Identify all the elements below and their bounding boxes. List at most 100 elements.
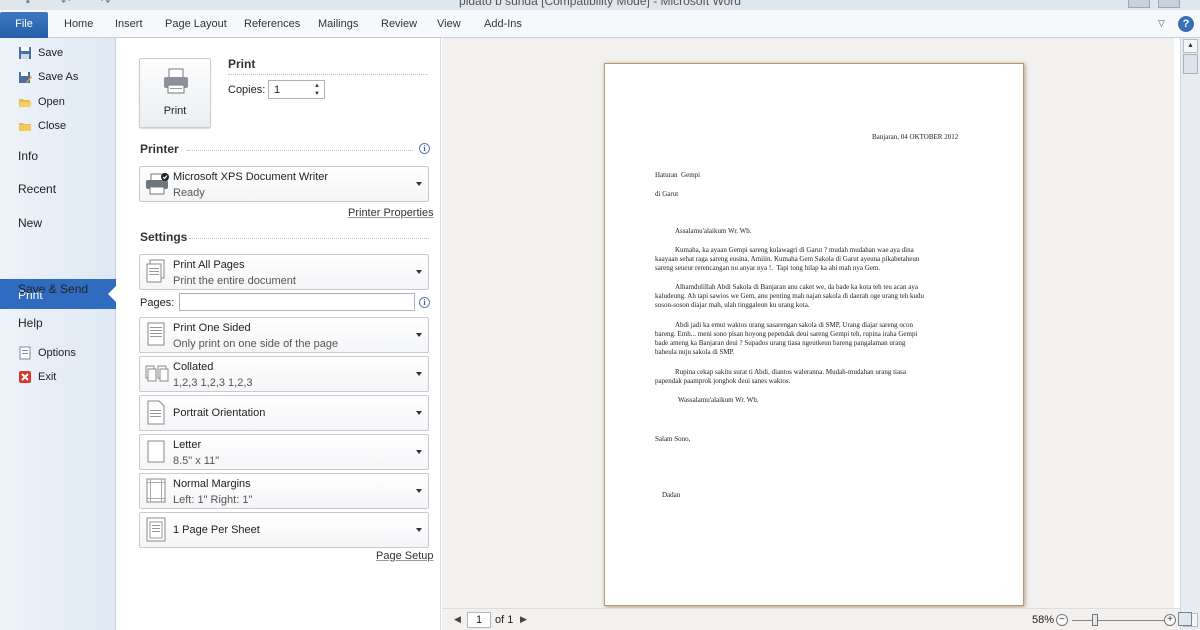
paragraph-line: Rupina cekap sakitu surat ti Abdi, diant…	[675, 368, 906, 376]
paragraph-line: Abdi jadi ka emut waktos urang sasarenga…	[675, 321, 913, 329]
tab-view[interactable]: View	[437, 18, 461, 30]
zoom-out-icon[interactable]: −	[1056, 614, 1068, 626]
open-label: Open	[38, 96, 65, 108]
info-icon[interactable]: i	[419, 143, 430, 154]
sides-dropdown[interactable]: Print One Sided Only print on one side o…	[139, 317, 429, 353]
pages-label: Pages:	[140, 297, 175, 309]
nav-tab-save-send[interactable]: Save & Send	[18, 282, 88, 296]
printer-icon	[164, 68, 188, 94]
sides-label: Print One Sided	[173, 322, 251, 334]
save-command[interactable]: Save	[18, 44, 63, 62]
printer-dropdown[interactable]: Microsoft XPS Document Writer Ready	[139, 166, 429, 202]
tab-references[interactable]: References	[244, 18, 300, 30]
chevron-down-icon	[416, 270, 422, 274]
collated-icon	[145, 365, 169, 382]
close-label: Close	[38, 120, 67, 132]
letter-location: di Garut	[655, 190, 679, 198]
exit-icon	[18, 370, 32, 384]
copies-stepper[interactable]: 1 ▲ ▼	[268, 80, 325, 99]
tab-insert[interactable]: Insert	[115, 18, 143, 30]
page-setup-link[interactable]: Page Setup	[376, 550, 434, 562]
letter-closing: Wassalamu'alaikum Wr. Wb.	[678, 396, 759, 404]
zoom-level[interactable]: 58%	[1032, 614, 1054, 626]
zoom-slider-thumb[interactable]	[1092, 614, 1098, 626]
minimize-button[interactable]	[1128, 0, 1150, 8]
letter-icon	[147, 440, 165, 463]
close-folder-icon	[18, 119, 32, 133]
print-range-desc: Print the entire document	[173, 275, 296, 287]
help-icon[interactable]: ?	[1178, 16, 1194, 32]
print-range-dropdown[interactable]: Print All Pages Print the entire documen…	[139, 254, 429, 290]
margins-dropdown[interactable]: Normal Margins Left: 1" Right: 1"	[139, 473, 429, 509]
tab-home[interactable]: Home	[64, 18, 93, 30]
zoom-slider[interactable]	[1072, 620, 1164, 621]
save-icon	[18, 46, 32, 60]
preview-statusbar: ◀ 1 of 1 ▶ 58% − +	[442, 608, 1192, 630]
chevron-down-icon	[416, 182, 422, 186]
nav-tab-help[interactable]: Help	[18, 316, 43, 330]
nav-tab-new[interactable]: New	[18, 216, 42, 230]
print-button[interactable]: Print	[139, 58, 211, 128]
paper-size-dropdown[interactable]: Letter 8.5" x 11"	[139, 434, 429, 470]
nav-tab-recent[interactable]: Recent	[18, 182, 56, 196]
scroll-up-icon[interactable]: ▲	[1183, 39, 1198, 53]
vertical-scrollbar[interactable]: ▲ ▼	[1180, 38, 1200, 630]
pages-icon	[146, 259, 165, 283]
minimize-ribbon-icon[interactable]: ▽	[1158, 19, 1168, 28]
open-command[interactable]: Open	[18, 93, 65, 111]
paragraph-line: kaayaan sehat raga sareng eusina, Amiiin…	[655, 255, 920, 263]
title-bar: ▪ ↶ ↷ pidato b sunda [Compatibility Mode…	[0, 0, 1200, 10]
zoom-in-icon[interactable]: +	[1164, 614, 1176, 626]
paper-size-desc: 8.5" x 11"	[173, 455, 220, 467]
letter-signature: Dadan	[662, 491, 681, 499]
orientation-dropdown[interactable]: Portrait Orientation	[139, 395, 429, 431]
options-command[interactable]: Options	[18, 344, 76, 362]
save-as-label: Save As	[38, 71, 79, 83]
increment-icon[interactable]: ▲	[314, 82, 322, 90]
next-page-icon[interactable]: ▶	[520, 614, 527, 625]
selected-arrow-icon	[108, 285, 117, 303]
paragraph-line: papendak paamprok jonghok deui sanes wak…	[655, 377, 791, 385]
exit-command[interactable]: Exit	[18, 368, 56, 386]
maximize-button[interactable]	[1158, 0, 1180, 8]
scroll-thumb[interactable]	[1183, 54, 1198, 74]
nav-tab-info[interactable]: Info	[18, 149, 38, 163]
options-label: Options	[38, 347, 76, 359]
tab-file[interactable]: File	[0, 12, 48, 38]
print-header: Print	[228, 57, 256, 71]
tab-add-ins[interactable]: Add-Ins	[484, 18, 522, 30]
printer-header: Printer	[140, 142, 179, 156]
printer-name: Microsoft XPS Document Writer	[173, 171, 329, 183]
page-number-input[interactable]: 1	[467, 612, 491, 628]
exit-label: Exit	[38, 371, 57, 383]
tab-review[interactable]: Review	[381, 18, 417, 30]
pages-input[interactable]	[179, 293, 415, 311]
close-command[interactable]: Close	[18, 117, 66, 135]
copies-label: Copies:	[228, 84, 266, 96]
divider	[228, 74, 428, 75]
save-as-command[interactable]: Save As	[18, 68, 78, 86]
pages-per-sheet-label: 1 Page Per Sheet	[173, 524, 260, 536]
pages-per-sheet-icon	[146, 517, 166, 542]
chevron-down-icon	[416, 411, 422, 415]
collation-dropdown[interactable]: Collated 1,2,3 1,2,3 1,2,3	[139, 356, 429, 392]
print-range-label: Print All Pages	[173, 259, 245, 271]
ribbon-tab-row: File Home Insert Page Layout References …	[0, 10, 1200, 38]
paragraph-line: bareng. Emh... meni sono pisan hoyong pe…	[655, 330, 918, 338]
zoom-to-page-icon[interactable]	[1178, 612, 1192, 626]
decrement-icon[interactable]: ▼	[314, 90, 322, 98]
divider	[187, 150, 413, 151]
paragraph-line: soson-soson diajar mah, ulah tinggaleun …	[655, 301, 810, 309]
letter-salutation: Salam Sono,	[655, 435, 691, 443]
tab-mailings[interactable]: Mailings	[318, 18, 358, 30]
printer-properties-link[interactable]: Printer Properties	[348, 207, 434, 219]
pages-per-sheet-dropdown[interactable]: 1 Page Per Sheet	[139, 512, 429, 548]
tab-page-layout[interactable]: Page Layout	[165, 18, 227, 30]
previous-page-icon[interactable]: ◀	[454, 614, 461, 625]
chevron-down-icon	[416, 333, 422, 337]
settings-header: Settings	[140, 230, 188, 244]
info-icon[interactable]: i	[419, 297, 430, 308]
letter-date: Banjaran, 04 OKTOBER 2012	[872, 133, 959, 141]
copies-value: 1	[274, 84, 281, 96]
paragraph-line: Kumaha, ka ayaan Gempi sareng kulawagri …	[675, 246, 914, 254]
